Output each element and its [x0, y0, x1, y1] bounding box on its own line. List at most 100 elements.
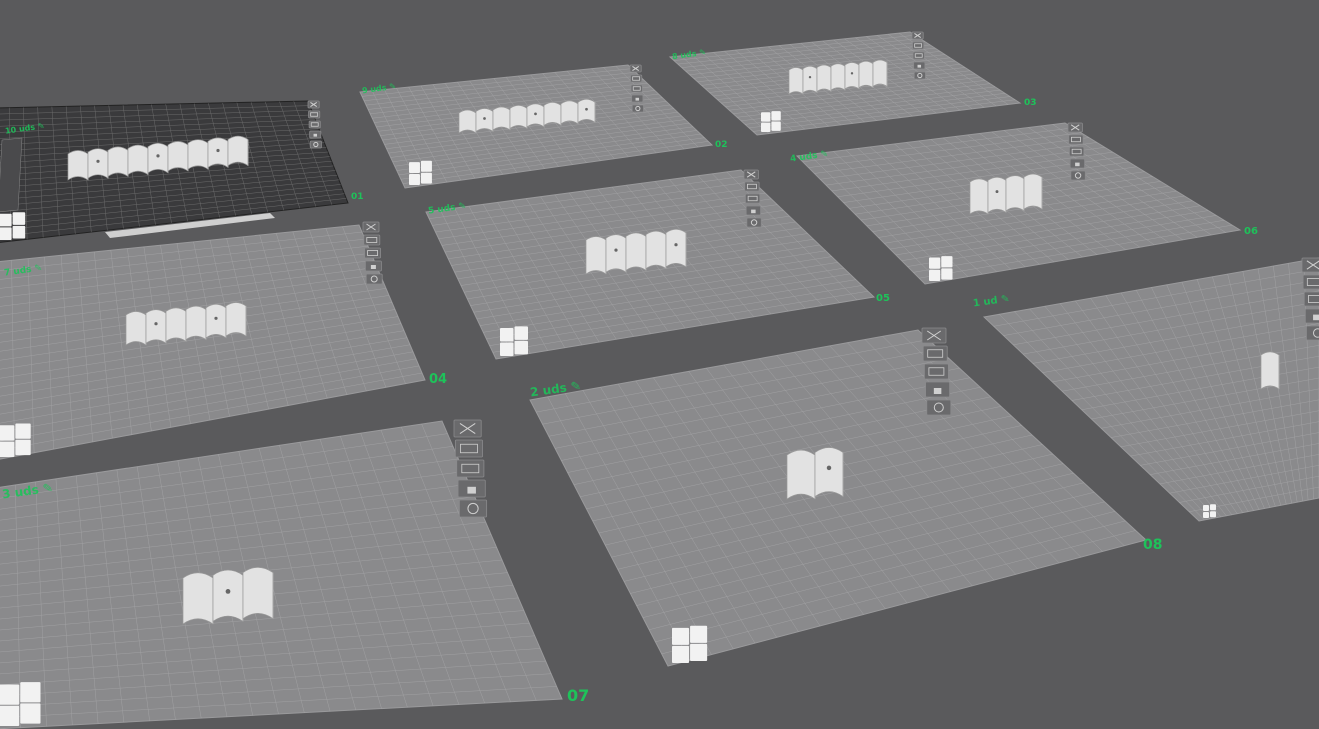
- build-plate[interactable]: [359, 64, 714, 189]
- arrange-icon[interactable]: [364, 247, 382, 259]
- arrange-icon[interactable]: [1069, 146, 1085, 157]
- screw-hole: [850, 72, 854, 75]
- lock-icon[interactable]: [457, 479, 486, 498]
- close-icon[interactable]: [1067, 122, 1083, 133]
- settings-icon[interactable]: [309, 140, 322, 149]
- print-model[interactable]: [786, 447, 844, 500]
- settings-icon[interactable]: [913, 71, 926, 80]
- plate-number: 03: [1024, 98, 1037, 108]
- clip-piece: [458, 109, 477, 134]
- clip-piece: [665, 228, 687, 268]
- clip-piece: [87, 148, 109, 179]
- arrange-icon[interactable]: [630, 84, 643, 93]
- clip-piece: [844, 62, 860, 90]
- close-icon[interactable]: [453, 419, 482, 438]
- plate-number: 06: [1244, 226, 1258, 237]
- orient-icon[interactable]: [308, 110, 321, 119]
- plate-surface[interactable]: [0, 224, 426, 460]
- close-icon[interactable]: [911, 31, 924, 40]
- clip-piece: [830, 63, 846, 91]
- clip-piece: [145, 309, 167, 344]
- build-plate[interactable]: [0, 100, 349, 243]
- build-plate[interactable]: [0, 221, 426, 460]
- lock-icon[interactable]: [364, 260, 382, 272]
- orient-icon[interactable]: [1068, 134, 1084, 145]
- clip-piece: [872, 59, 888, 88]
- settings-icon[interactable]: [365, 273, 383, 285]
- screw-hole: [154, 322, 158, 326]
- clip-piece: [225, 302, 247, 337]
- plate-surface[interactable]: [0, 100, 349, 243]
- build-plate[interactable]: [668, 31, 1022, 136]
- clip-piece: [788, 67, 804, 95]
- lock-icon[interactable]: [309, 130, 322, 139]
- clip-piece: [786, 449, 816, 500]
- lock-icon[interactable]: [1069, 158, 1085, 169]
- clip-piece: [212, 569, 244, 622]
- clip-piece: [205, 303, 227, 339]
- clip-piece: [187, 139, 209, 170]
- lock-icon[interactable]: [745, 205, 761, 216]
- settings-icon[interactable]: [1070, 170, 1086, 181]
- close-icon[interactable]: [629, 64, 642, 73]
- clip-piece: [167, 141, 189, 172]
- arrange-icon[interactable]: [924, 363, 949, 380]
- lock-icon[interactable]: [925, 381, 950, 398]
- plate-number: 01: [351, 192, 364, 202]
- build-plate[interactable]: [0, 419, 563, 729]
- orient-icon[interactable]: [744, 181, 760, 192]
- build-plate[interactable]: [425, 169, 876, 360]
- settings-icon[interactable]: [746, 217, 762, 228]
- build-plate-overview: [0, 31, 1319, 729]
- screw-hole: [214, 316, 218, 320]
- close-icon[interactable]: [307, 100, 320, 109]
- close-icon[interactable]: [1301, 257, 1319, 273]
- clip-piece: [185, 305, 207, 341]
- screw-hole: [808, 75, 812, 79]
- orient-icon[interactable]: [454, 439, 483, 458]
- arrange-icon[interactable]: [912, 51, 925, 60]
- orient-icon[interactable]: [1302, 274, 1319, 290]
- lock-icon[interactable]: [1304, 308, 1319, 324]
- clip-piece: [125, 311, 147, 346]
- orient-icon[interactable]: [922, 345, 948, 362]
- clip-piece: [645, 230, 667, 270]
- print-model[interactable]: [1260, 351, 1280, 390]
- settings-icon[interactable]: [1306, 325, 1319, 341]
- screw-hole: [483, 117, 486, 120]
- screw-hole: [156, 154, 160, 158]
- clip-piece: [147, 142, 169, 174]
- clip-piece: [814, 447, 844, 498]
- settings-icon[interactable]: [926, 399, 952, 416]
- settings-icon[interactable]: [631, 104, 644, 113]
- screw-hole: [674, 243, 678, 247]
- clip-piece: [182, 572, 214, 625]
- arrange-icon[interactable]: [745, 193, 761, 204]
- screw-hole: [216, 148, 220, 153]
- build-plate[interactable]: [795, 122, 1242, 285]
- orient-icon[interactable]: [912, 41, 925, 50]
- close-icon[interactable]: [362, 221, 380, 233]
- clip-piece: [227, 135, 249, 167]
- bed-rail: [0, 137, 23, 213]
- arrange-icon[interactable]: [1303, 291, 1319, 307]
- arrange-icon[interactable]: [456, 459, 485, 478]
- clip-piece: [242, 567, 274, 620]
- close-icon[interactable]: [921, 327, 947, 344]
- clip-piece: [560, 100, 579, 125]
- clip-piece: [543, 102, 562, 127]
- orient-icon[interactable]: [630, 74, 643, 83]
- plate-number: 04: [429, 372, 448, 387]
- settings-icon[interactable]: [459, 499, 488, 518]
- screw-hole: [96, 159, 100, 163]
- orient-icon[interactable]: [363, 234, 381, 246]
- close-icon[interactable]: [743, 169, 759, 180]
- screw-hole: [614, 248, 618, 252]
- clip-piece: [987, 176, 1007, 214]
- lock-icon[interactable]: [631, 94, 644, 103]
- lock-icon[interactable]: [913, 61, 926, 70]
- arrange-icon[interactable]: [308, 120, 321, 129]
- clip-piece: [802, 65, 818, 94]
- screw-hole: [585, 107, 588, 111]
- clip-piece: [207, 137, 229, 169]
